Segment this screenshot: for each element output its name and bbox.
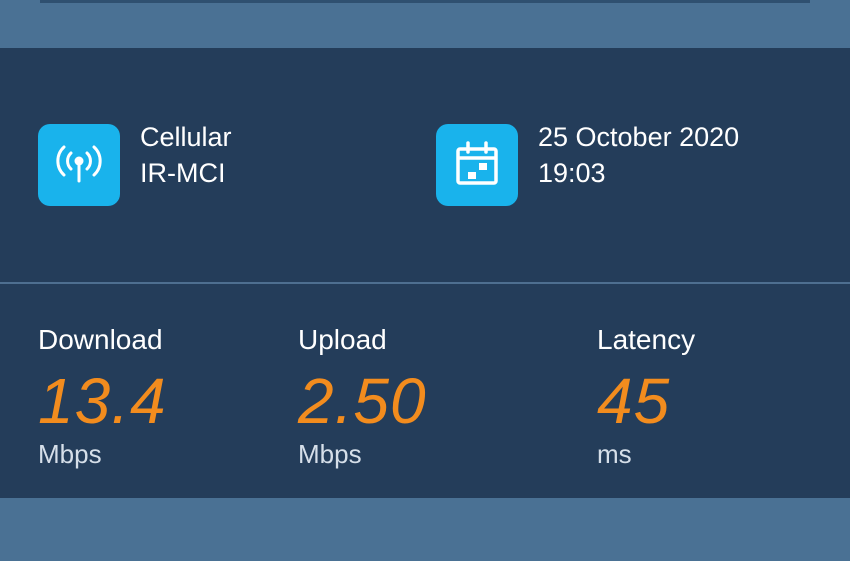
carrier-name: IR-MCI (140, 158, 226, 188)
test-date: 25 October 2020 (538, 122, 740, 152)
test-time: 19:03 (538, 158, 606, 188)
cellular-signal-icon (38, 124, 120, 206)
download-metric: Download 13.4 Mbps (38, 322, 167, 470)
upload-unit: Mbps (298, 439, 362, 469)
divider (0, 282, 850, 284)
latency-label: Latency (597, 324, 696, 355)
top-band (0, 0, 850, 48)
download-unit: Mbps (38, 439, 102, 469)
connection-info: Cellular IR-MCI (38, 122, 232, 206)
test-time-text: 25 October 2020 19:03 (538, 119, 739, 191)
upload-value: 2.50 (298, 365, 427, 437)
connection-type: Cellular (140, 122, 232, 152)
bottom-band (0, 498, 850, 561)
upload-label: Upload (298, 324, 387, 355)
download-value: 13.4 (38, 365, 167, 437)
connection-text: Cellular IR-MCI (140, 119, 232, 191)
latency-value: 45 (597, 365, 671, 437)
latency-metric: Latency 45 ms (597, 322, 695, 470)
upload-metric: Upload 2.50 Mbps (298, 322, 427, 470)
test-time-info: 25 October 2020 19:03 (436, 122, 739, 206)
top-edge-strip (40, 0, 810, 3)
calendar-icon (436, 124, 518, 206)
download-label: Download (38, 324, 163, 355)
latency-unit: ms (597, 439, 632, 469)
